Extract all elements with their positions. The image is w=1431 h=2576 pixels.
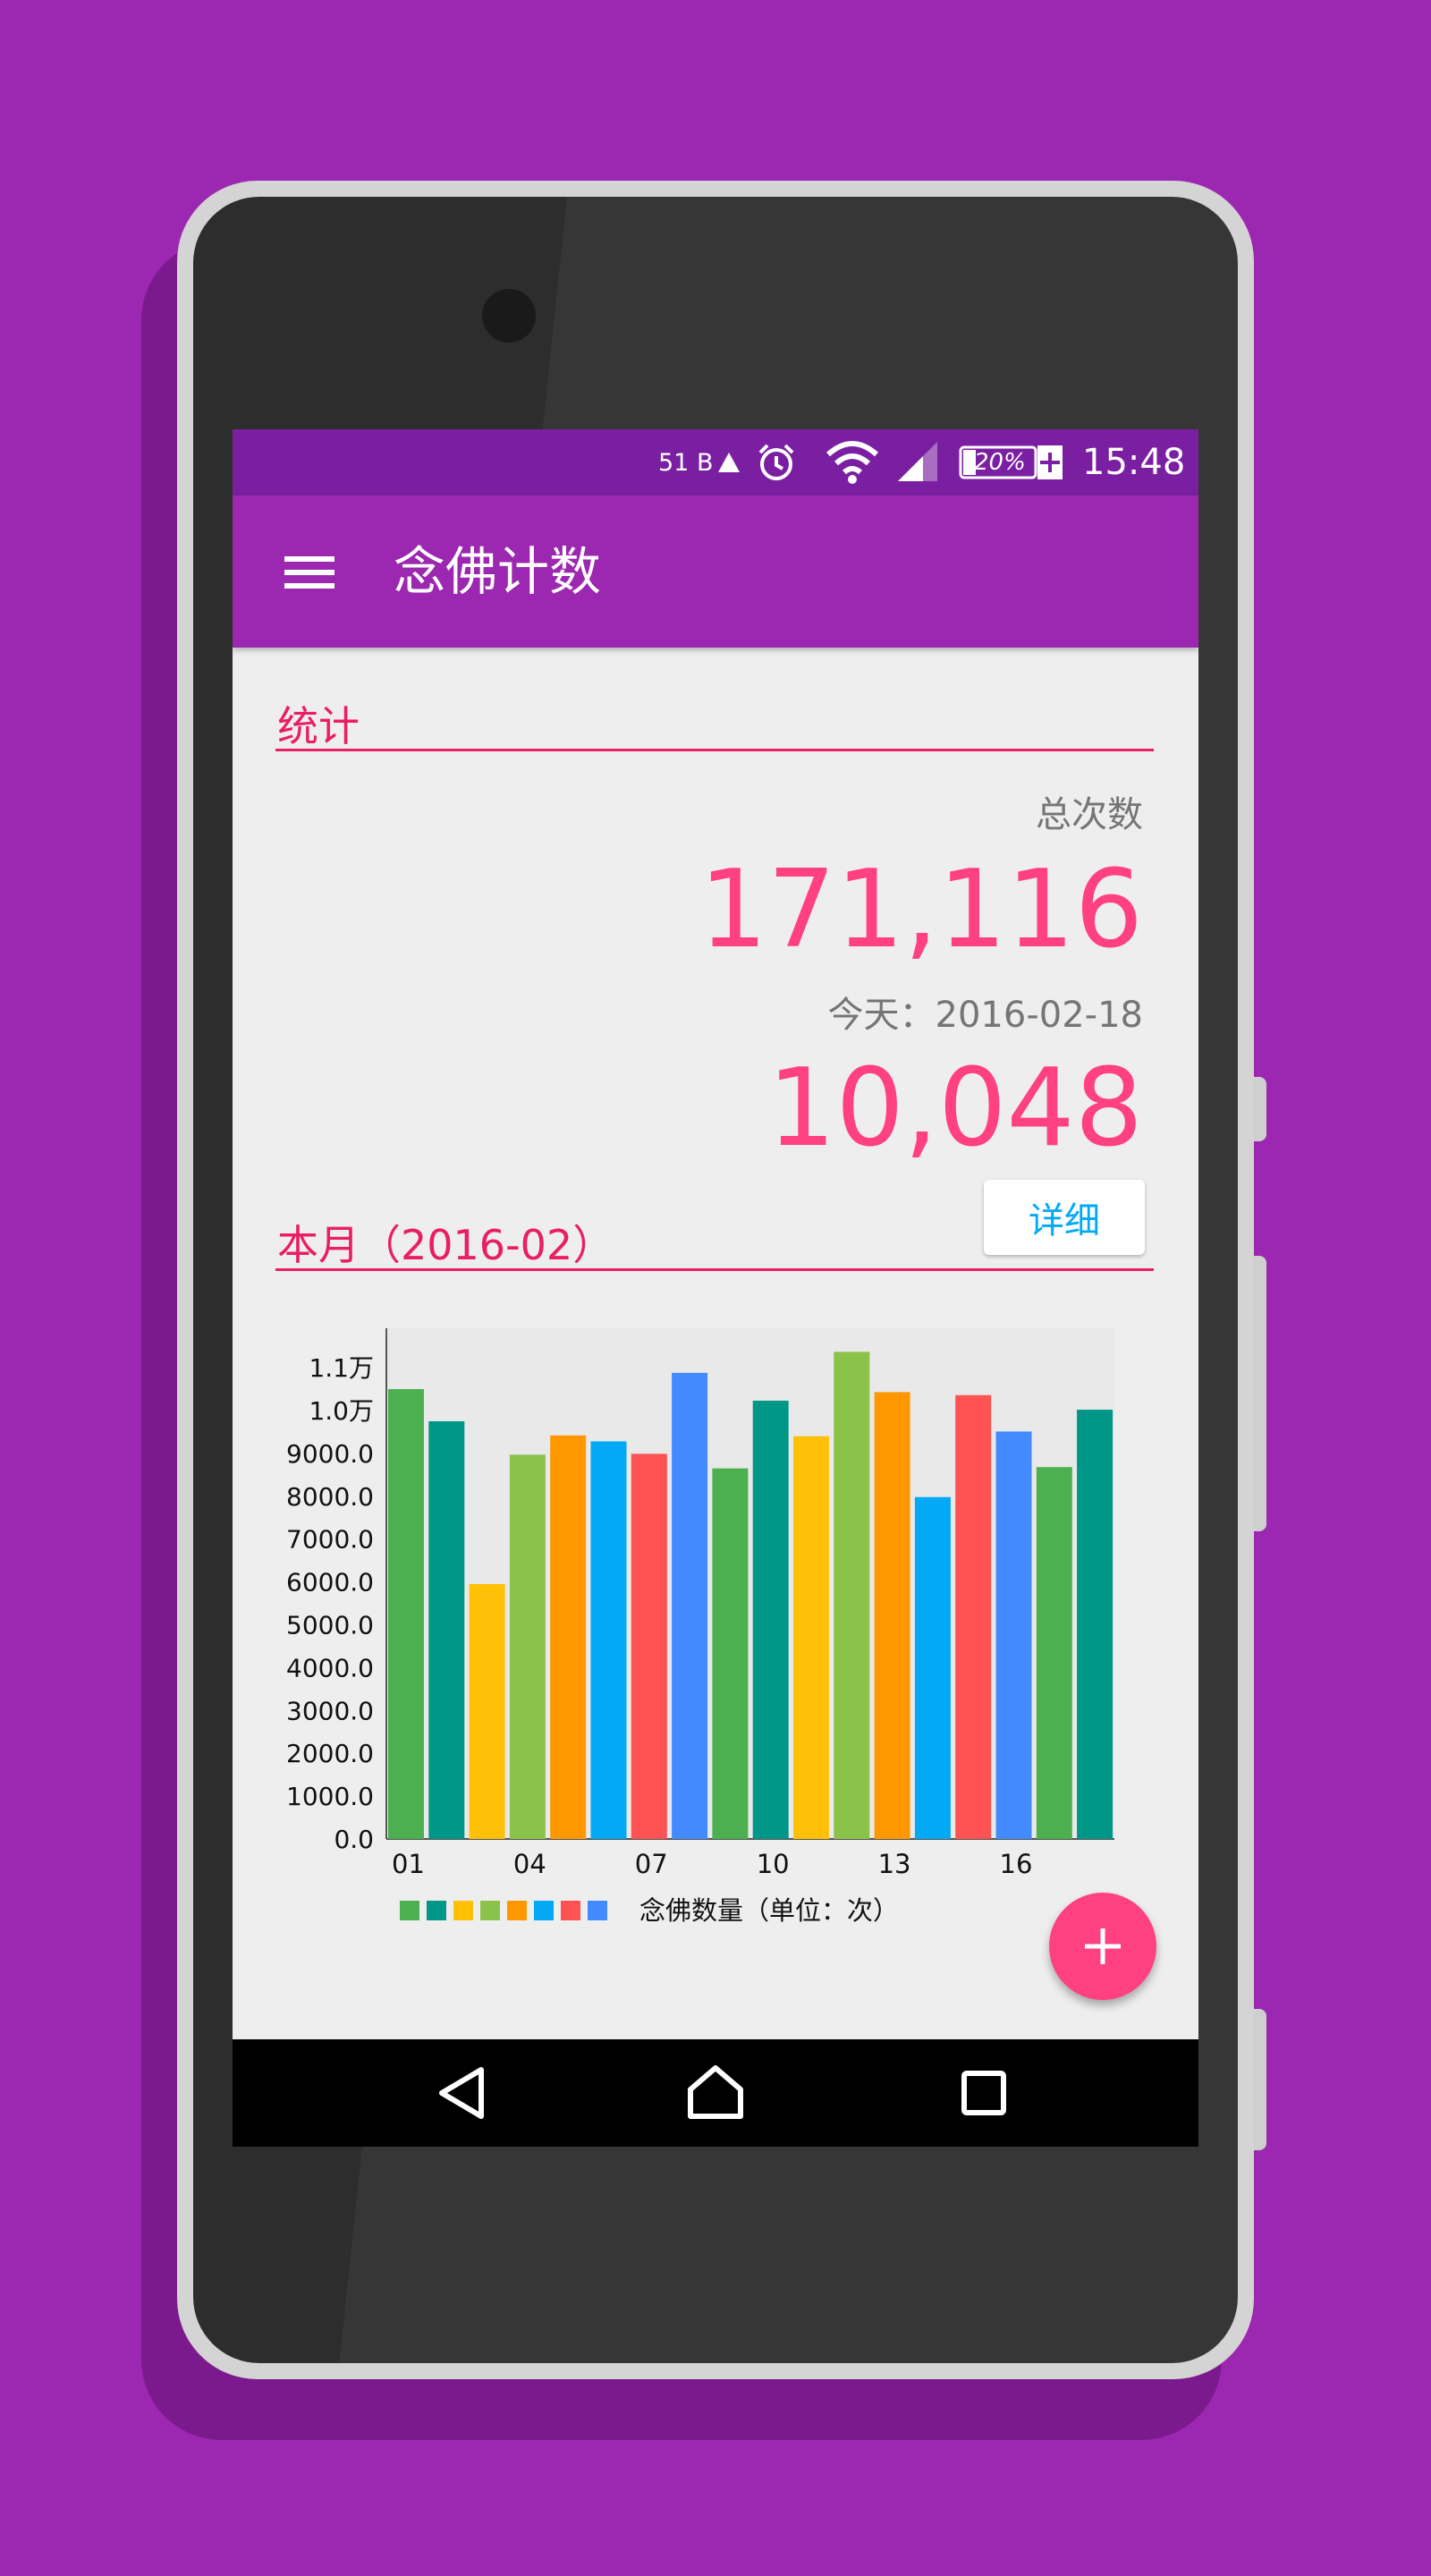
legend-swatch [453,1901,473,1920]
y-tick-label: 1.1万 [309,1353,374,1383]
y-tick-label: 1.0万 [309,1396,374,1426]
bar-14 [914,1496,951,1839]
bar-08 [672,1372,708,1839]
y-tick-label: 2000.0 [286,1739,374,1768]
plus-icon [1085,1928,1121,1964]
y-tick-label: 9000.0 [286,1439,374,1469]
x-tick-label: 10 [757,1849,790,1879]
monthly-bar-chart: 0.0 1000.0 2000.0 3000.0 4000.0 5000.0 6000.0 7… [286,1328,1114,1926]
legend-swatch [507,1901,527,1920]
bar-15 [955,1394,992,1839]
legend-swatch [534,1901,554,1920]
legend-swatch [400,1901,419,1920]
bar-13 [874,1392,910,1839]
y-tick-label: 3000.0 [286,1696,374,1725]
x-tick-label: 07 [635,1849,668,1879]
back-icon[interactable] [411,2039,519,2147]
y-tick-label: 1000.0 [286,1782,374,1811]
bar-07 [631,1453,667,1839]
recents-icon[interactable] [930,2039,1037,2147]
camera-button [1252,2009,1266,2150]
bar-01 [388,1389,424,1839]
y-tick-label: 8000.0 [286,1482,374,1512]
bar-04 [509,1454,546,1839]
y-tick-label: 5000.0 [286,1611,374,1640]
legend-label: 念佛数量（单位：次） [639,1895,899,1926]
front-camera [482,289,536,343]
y-tick-label: 7000.0 [286,1525,374,1555]
legend-swatch [561,1901,580,1920]
home-icon[interactable] [662,2039,769,2147]
x-tick-label: 13 [878,1849,911,1879]
bar-02 [428,1420,465,1839]
x-tick-label: 01 [392,1849,425,1879]
y-tick-label: 6000.0 [286,1568,374,1597]
legend-swatch [480,1901,500,1920]
bar-03 [469,1583,505,1839]
bar-06 [590,1441,627,1839]
bar-11 [793,1436,829,1839]
bar-16 [995,1431,1032,1839]
navigation-bar [233,2039,1198,2147]
bar-10 [752,1400,789,1839]
bar-18 [1077,1410,1113,1839]
volume-button [1252,1077,1266,1141]
bar-17 [1036,1467,1072,1839]
add-button[interactable] [1049,1893,1156,2000]
x-tick-label: 16 [1000,1849,1033,1879]
bar-12 [834,1352,870,1839]
x-tick-label: 04 [513,1849,546,1879]
y-tick-label: 0.0 [334,1825,374,1854]
y-tick-label: 4000.0 [286,1653,374,1682]
app-screen: 51 B 20% 15:48 念佛计数 统计 总次数 171,116 今天：20… [233,429,1198,2147]
bar-05 [550,1435,587,1839]
power-button [1252,1256,1266,1531]
legend-swatch [427,1901,446,1920]
bar-09 [712,1468,749,1839]
legend-swatch [588,1901,607,1920]
